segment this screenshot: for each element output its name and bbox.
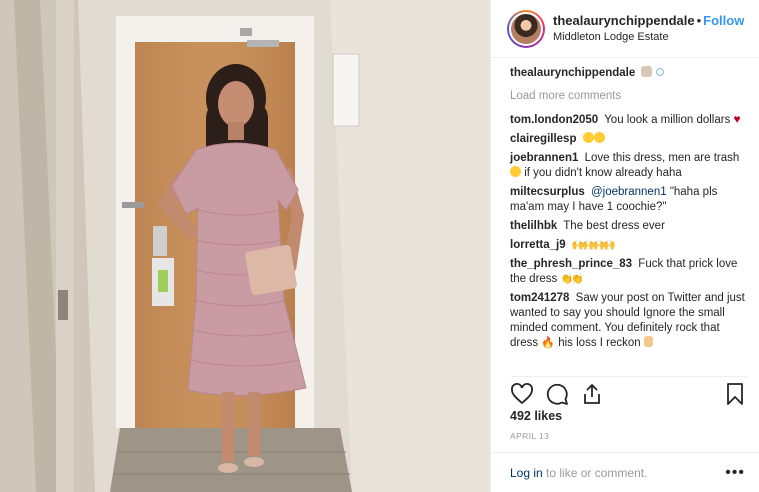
caption: thealaurynchippendale bbox=[510, 66, 747, 81]
comment-username[interactable]: joebrannen1 bbox=[510, 152, 578, 164]
comment-username[interactable]: clairegillesp bbox=[510, 133, 576, 145]
comment-text: Love this dress, men are trash bbox=[584, 152, 740, 164]
comment-item: the_phresh_prince_83 Fuck that prick lov… bbox=[510, 257, 747, 287]
comment-item: thelilhbk The best dress ever bbox=[510, 219, 747, 234]
bookmark-icon[interactable] bbox=[723, 382, 747, 406]
clapping-hands-emoji-icon: 👏👏 bbox=[560, 274, 584, 285]
red-heart-emoji-icon: ♥ bbox=[733, 112, 741, 126]
location-link[interactable]: Middleton Lodge Estate bbox=[553, 29, 744, 45]
post-side-panel: thealaurynchippendale • Follow Middleton L… bbox=[490, 0, 759, 492]
comment-username[interactable]: the_phresh_prince_83 bbox=[510, 258, 632, 270]
comment-item: joebrannen1 Love this dress, men are tra… bbox=[510, 151, 747, 181]
comment-text-continued: if you didn't know already haha bbox=[524, 167, 682, 179]
comment-text: You look a million dollars bbox=[604, 114, 731, 126]
load-more-comments-button[interactable]: Load more comments bbox=[510, 89, 747, 104]
comment-mention-link[interactable]: @joebrannen1 bbox=[591, 186, 667, 198]
raised-hands-emoji-icon: 🙌🙌🙌🙌 bbox=[571, 240, 616, 251]
header-username[interactable]: thealaurynchippendale bbox=[553, 13, 695, 28]
ok-hand-emoji-icon bbox=[643, 336, 653, 347]
comment-username[interactable]: tom.london2050 bbox=[510, 114, 598, 126]
photo-illustration bbox=[0, 0, 490, 492]
instagram-post: thealaurynchippendale • Follow Middleton L… bbox=[0, 0, 759, 492]
heart-icon[interactable] bbox=[510, 382, 534, 406]
comment-item: clairegillesp bbox=[510, 132, 747, 147]
footer-bar: Log in to like or comment. ••• bbox=[491, 452, 759, 492]
post-date: APRIL 13 bbox=[510, 431, 550, 441]
comment-text-continued: his loss I reckon bbox=[558, 337, 641, 349]
comment-item: tom.london2050 You look a million dollar… bbox=[510, 112, 747, 128]
comment-item: lorretta_j9 🙌🙌🙌🙌 bbox=[510, 238, 747, 253]
comment-item: tom241278 Saw your post on Twitter and j… bbox=[510, 291, 747, 351]
slightly-smiling-face-emoji-icon bbox=[510, 166, 521, 177]
comment-username[interactable]: lorretta_j9 bbox=[510, 239, 566, 251]
more-options-icon[interactable]: ••• bbox=[725, 464, 745, 482]
comments-list: thealaurynchippendale Load more comments… bbox=[491, 58, 759, 372]
header-separator: • bbox=[696, 12, 702, 28]
likes-count[interactable]: 492 likes bbox=[510, 409, 562, 423]
comment-bubble-icon[interactable] bbox=[545, 382, 569, 406]
action-bar bbox=[510, 376, 747, 406]
caption-username[interactable]: thealaurynchippendale bbox=[510, 67, 635, 79]
login-prompt-text: to like or comment. bbox=[542, 465, 648, 480]
people-emoji-icon bbox=[641, 66, 653, 77]
header-text: thealaurynchippendale • Follow Middleton L… bbox=[553, 13, 744, 45]
comment-item: miltecsurplus @joebrannen1 "haha pls ma'… bbox=[510, 185, 747, 215]
avatar-image bbox=[509, 11, 543, 46]
comment-username[interactable]: miltecsurplus bbox=[510, 186, 585, 198]
comment-text: The best dress ever bbox=[563, 220, 665, 232]
ring-emoji-icon bbox=[655, 68, 664, 76]
post-header: thealaurynchippendale • Follow Middleton L… bbox=[491, 0, 759, 58]
post-photo[interactable] bbox=[0, 0, 490, 492]
share-icon[interactable] bbox=[580, 382, 604, 406]
heart-eyes-emoji-icon bbox=[582, 132, 594, 143]
heart-eyes-emoji-icon bbox=[593, 132, 605, 143]
follow-button[interactable]: Follow bbox=[703, 13, 744, 28]
avatar[interactable] bbox=[507, 9, 545, 48]
fire-emoji-icon: 🔥 bbox=[541, 337, 556, 349]
login-link[interactable]: Log in bbox=[510, 466, 543, 480]
comment-username[interactable]: tom241278 bbox=[510, 292, 569, 304]
comment-username[interactable]: thelilhbk bbox=[510, 220, 557, 232]
